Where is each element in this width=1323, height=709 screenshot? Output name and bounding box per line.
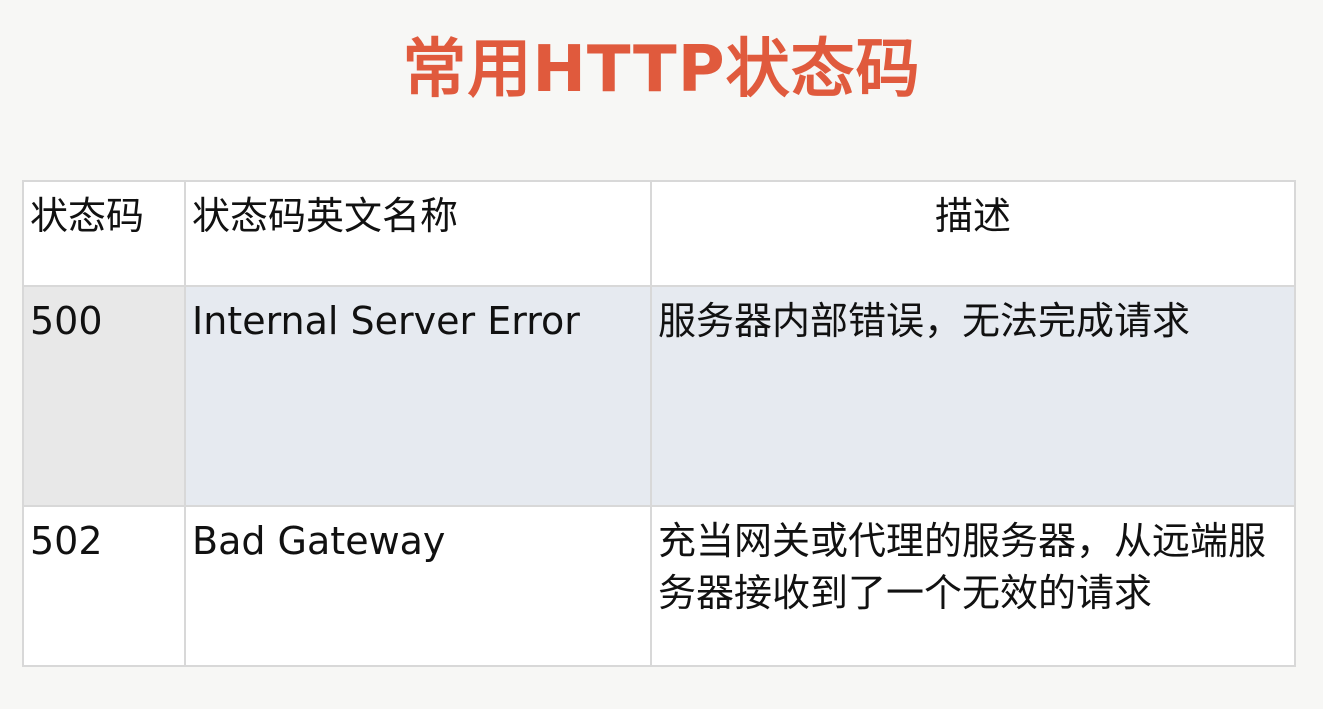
- table-header-row: 状态码 状态码英文名称 描述: [22, 180, 1296, 287]
- table-row: 502 Bad Gateway 充当网关或代理的服务器，从远端服务器接收到了一个…: [22, 505, 1296, 667]
- status-description-cell: 充当网关或代理的服务器，从远端服务器接收到了一个无效的请求: [650, 505, 1296, 667]
- status-code-cell: 500: [22, 285, 186, 507]
- header-description: 描述: [650, 180, 1296, 287]
- status-description-cell: 服务器内部错误，无法完成请求: [650, 285, 1296, 507]
- header-name: 状态码英文名称: [184, 180, 652, 287]
- status-name-cell: Bad Gateway: [184, 505, 652, 667]
- status-code-cell: 502: [22, 505, 186, 667]
- slide: 常用HTTP状态码 状态码 状态码英文名称 描述 500 Internal Se…: [0, 0, 1323, 709]
- page-title: 常用HTTP状态码: [402, 33, 921, 107]
- table-row: 500 Internal Server Error 服务器内部错误，无法完成请求: [22, 285, 1296, 507]
- http-status-table: 状态码 状态码英文名称 描述 500 Internal Server Error…: [22, 180, 1296, 667]
- header-code: 状态码: [22, 180, 186, 287]
- status-name-cell: Internal Server Error: [184, 285, 652, 507]
